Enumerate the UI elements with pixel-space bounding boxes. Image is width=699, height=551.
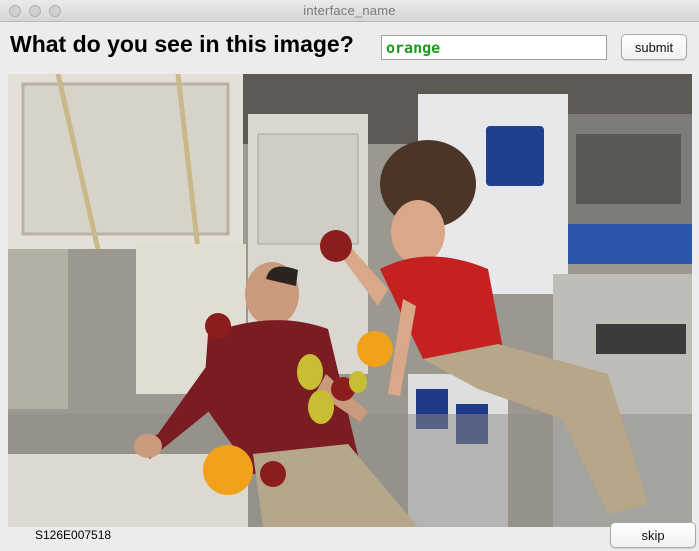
close-window-button[interactable] [9, 5, 21, 17]
window-titlebar: interface_name [0, 0, 699, 22]
minimize-window-button[interactable] [29, 5, 41, 17]
answer-input[interactable] [381, 35, 607, 60]
skip-button[interactable]: skip [610, 522, 696, 548]
window-controls [9, 5, 61, 17]
question-photo [8, 74, 692, 527]
question-prompt: What do you see in this image? [10, 31, 354, 57]
zoom-window-button[interactable] [49, 5, 61, 17]
image-id-label: S126E007518 [35, 528, 112, 542]
submit-button[interactable]: submit [621, 34, 687, 60]
window-title: interface_name [303, 3, 396, 18]
